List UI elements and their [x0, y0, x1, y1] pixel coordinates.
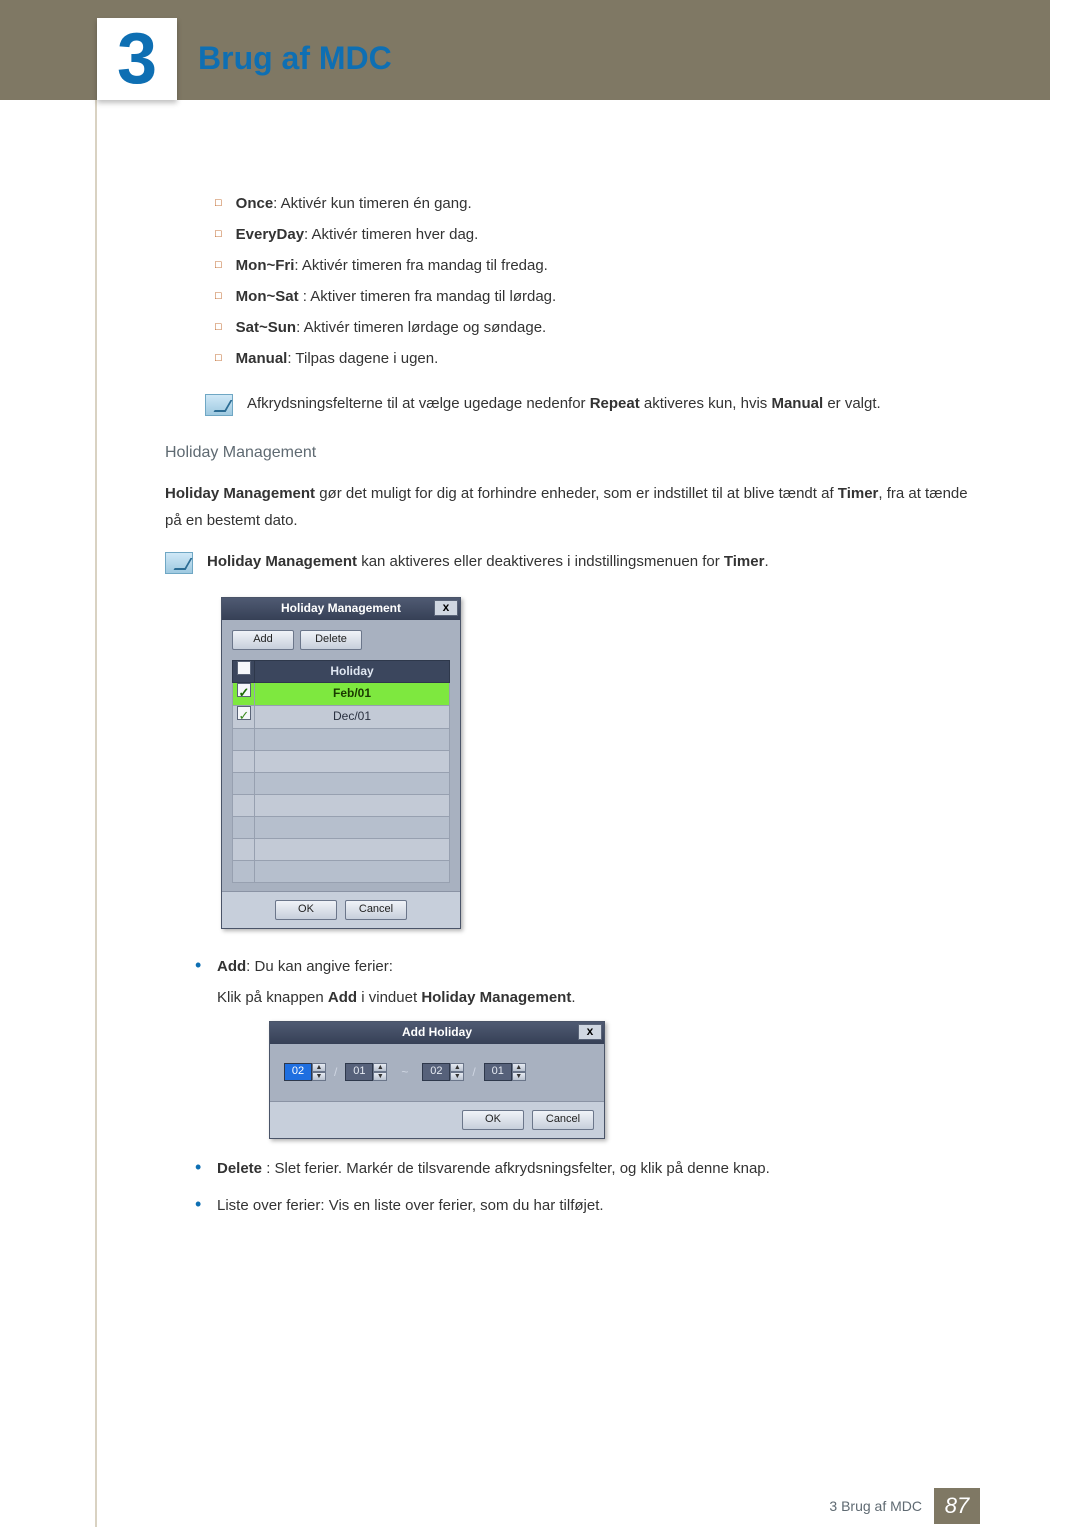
end-day-stepper[interactable]: 01 ▲▼ [484, 1063, 526, 1081]
spin-down-icon[interactable]: ▼ [312, 1072, 326, 1081]
dialog-title-bar: Holiday Management x [222, 598, 460, 620]
note-icon [165, 552, 193, 574]
ok-button[interactable]: OK [275, 900, 337, 920]
cancel-button[interactable]: Cancel [532, 1110, 594, 1130]
slash: / [332, 1062, 339, 1084]
holiday-paragraph: Holiday Management gør det muligt for di… [165, 480, 980, 534]
dialog-title: Holiday Management [281, 598, 401, 620]
bullet-delete: Delete : Slet ferier. Markér de tilsvare… [195, 1155, 980, 1182]
holiday-subhead: Holiday Management [165, 439, 980, 468]
chapter-title: Brug af MDC [198, 40, 392, 77]
table-row[interactable]: Dec/01 [233, 705, 450, 728]
note-holiday: Holiday Management kan aktiveres eller d… [165, 548, 980, 575]
note-text: Holiday Management kan aktiveres eller d… [207, 548, 980, 575]
chapter-number: 3 [117, 23, 157, 95]
table-row [233, 838, 450, 860]
start-month-stepper[interactable]: 02 ▲▼ [284, 1063, 326, 1081]
option-monsat: Mon~Sat : Aktiver timeren fra mandag til… [215, 283, 980, 310]
holiday-table: Holiday Feb/01 Dec/01 [232, 660, 450, 883]
spin-down-icon[interactable]: ▼ [373, 1072, 387, 1081]
holiday-header: Holiday [255, 660, 450, 683]
spin-up-icon[interactable]: ▲ [312, 1063, 326, 1072]
table-row [233, 772, 450, 794]
table-row [233, 860, 450, 882]
header-bar: 3 Brug af MDC [0, 0, 1080, 100]
dialog-title: Add Holiday [402, 1022, 472, 1044]
dialog-title-bar: Add Holiday x [270, 1022, 604, 1044]
checkbox-header[interactable] [233, 660, 255, 683]
delete-button[interactable]: Delete [300, 630, 362, 650]
option-manual: Manual: Tilpas dagene i ugen. [215, 345, 980, 372]
checkbox-icon[interactable] [237, 683, 251, 697]
cancel-button[interactable]: Cancel [345, 900, 407, 920]
checkbox-icon [237, 661, 251, 675]
chapter-number-box: 3 [97, 18, 177, 100]
note-icon [205, 394, 233, 416]
spin-down-icon[interactable]: ▼ [450, 1072, 464, 1081]
page-footer: 3 Brug af MDC 87 [0, 1485, 1080, 1527]
spin-down-icon[interactable]: ▼ [512, 1072, 526, 1081]
table-row [233, 816, 450, 838]
add-holiday-dialog: Add Holiday x 02 ▲▼ / 01 ▲▼ ~ [269, 1021, 605, 1140]
holiday-cell: Dec/01 [255, 705, 450, 728]
option-satsun: Sat~Sun: Aktivér timeren lørdage og sønd… [215, 314, 980, 341]
close-button[interactable]: x [578, 1024, 602, 1040]
bullet-add: Add: Du kan angive ferier: Klik på knapp… [195, 953, 980, 1140]
table-row [233, 728, 450, 750]
table-row [233, 794, 450, 816]
spin-up-icon[interactable]: ▲ [373, 1063, 387, 1072]
add-button[interactable]: Add [232, 630, 294, 650]
end-month-stepper[interactable]: 02 ▲▼ [422, 1063, 464, 1081]
holiday-cell: Feb/01 [255, 683, 450, 706]
holiday-bullets: Add: Du kan angive ferier: Klik på knapp… [195, 953, 980, 1220]
table-row[interactable]: Feb/01 [233, 683, 450, 706]
holiday-management-dialog: Holiday Management x Add Delete Holiday … [221, 597, 461, 929]
spin-up-icon[interactable]: ▲ [450, 1063, 464, 1072]
timer-repeat-options: Once: Aktivér kun timeren én gang. Every… [215, 190, 980, 372]
table-row [233, 750, 450, 772]
footer-text: 3 Brug af MDC [829, 1498, 922, 1514]
note-manual: Afkrydsningsfelterne til at vælge ugedag… [205, 390, 980, 417]
option-once: Once: Aktivér kun timeren én gang. [215, 190, 980, 217]
option-everyday: EveryDay: Aktivér timeren hver dag. [215, 221, 980, 248]
ok-button[interactable]: OK [462, 1110, 524, 1130]
slash: / [470, 1062, 477, 1084]
close-button[interactable]: x [434, 600, 458, 616]
bullet-list: Liste over ferier: Vis en liste over fer… [195, 1192, 980, 1219]
start-day-stepper[interactable]: 01 ▲▼ [345, 1063, 387, 1081]
spin-up-icon[interactable]: ▲ [512, 1063, 526, 1072]
option-monfri: Mon~Fri: Aktivér timeren fra mandag til … [215, 252, 980, 279]
side-rule [95, 0, 97, 1527]
note-text: Afkrydsningsfelterne til at vælge ugedag… [247, 390, 980, 417]
checkbox-icon[interactable] [237, 706, 251, 720]
range-tilde: ~ [393, 1062, 416, 1084]
page-number: 87 [934, 1488, 980, 1524]
